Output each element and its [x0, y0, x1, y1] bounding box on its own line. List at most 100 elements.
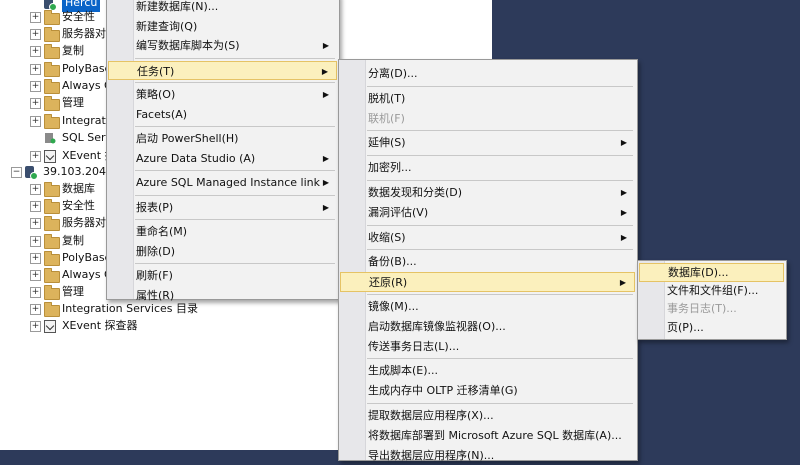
menu-item-s[interactable]: 收缩(S) ▶: [366, 228, 635, 248]
expand-icon[interactable]: +: [30, 184, 41, 195]
menu-item-label: 属性(R): [136, 288, 175, 302]
folder-icon: [44, 285, 60, 300]
menu-separator: [367, 358, 633, 360]
menu-item-label: 生成脚本(E)...: [368, 364, 439, 378]
expand-icon[interactable]: +: [30, 304, 41, 315]
menu-separator: [367, 85, 633, 87]
menu-item-f[interactable]: 文件和文件组(F)...: [665, 282, 784, 301]
expand-icon[interactable]: +: [30, 116, 41, 127]
submenu-arrow-icon: ▶: [322, 90, 329, 99]
menu-item-label: Azure SQL Managed Instance link: [136, 176, 320, 189]
menu-item-label: 编写数据库脚本为(S): [136, 39, 240, 52]
menu-item-o[interactable]: 启动数据库镜像监视器(O)...: [366, 317, 635, 337]
menu-item-label: 脱机(T): [368, 91, 406, 105]
menu-item-facets-a[interactable]: Facets(A): [134, 105, 337, 125]
folder-icon: [44, 216, 60, 231]
menu-item-f[interactable]: 联机(F): [366, 109, 635, 129]
menu-item-label: 传送事务日志(L)...: [368, 339, 460, 353]
submenu-arrow-icon: ▶: [620, 207, 627, 217]
expand-icon[interactable]: +: [30, 12, 41, 23]
menu-item-x[interactable]: 提取数据层应用程序(X)...: [366, 406, 635, 426]
menu-item-item[interactable]: 加密列...: [366, 158, 635, 178]
menu-item-microsoft-azure-sql-a[interactable]: 将数据库部署到 Microsoft Azure SQL 数据库(A)...: [366, 426, 635, 446]
menu-item-label: 策略(O): [136, 88, 176, 101]
menu-item-b[interactable]: 备份(B)...: [366, 252, 635, 272]
menu-item-oltp-g[interactable]: 生成内存中 OLTP 迁移清单(G): [366, 381, 635, 401]
expand-icon[interactable]: +: [30, 253, 41, 264]
submenu-arrow-icon: ▶: [322, 202, 329, 212]
menu-item-label: 生成内存中 OLTP 迁移清单(G): [368, 384, 518, 398]
menu-item-v[interactable]: 漏洞评估(V) ▶: [366, 203, 635, 223]
menu-item-label: 删除(D): [136, 244, 176, 258]
menu-item-label: 导出数据层应用程序(N)...: [368, 448, 495, 462]
menu-item-s[interactable]: 延伸(S) ▶: [366, 133, 635, 153]
menu-item-r[interactable]: 属性(R): [134, 286, 337, 306]
expand-icon[interactable]: +: [30, 321, 41, 332]
tree-node-label: 安全性: [62, 10, 95, 23]
menu-item-label: 启动 PowerShell(H): [136, 132, 239, 145]
menu-item-f[interactable]: 刷新(F): [134, 266, 337, 286]
menu-item-m[interactable]: 镜像(M)...: [366, 297, 635, 317]
menu-item-label: 启动数据库镜像监视器(O)...: [368, 319, 506, 333]
menu-item-d[interactable]: 数据库(D)...: [639, 263, 784, 282]
folder-icon: [44, 10, 60, 25]
expand-icon[interactable]: +: [30, 151, 41, 162]
menu-item-q[interactable]: 新建查询(Q): [134, 17, 337, 37]
collapse-icon[interactable]: −: [11, 167, 22, 178]
menu-item-t[interactable]: 任务(T) ▶: [108, 60, 337, 80]
expand-icon[interactable]: +: [30, 29, 41, 40]
tree-node-label: 复制: [62, 44, 84, 57]
folder-icon: [44, 251, 60, 266]
sql-agent-icon: [44, 132, 56, 144]
menu-item-p[interactable]: 页(P)...: [665, 319, 784, 338]
tree-node-label: 安全性: [62, 199, 95, 212]
menu-item-s[interactable]: 编写数据库脚本为(S) ▶: [134, 36, 337, 56]
menu-item-t[interactable]: 事务日志(T)...: [665, 300, 784, 319]
menu-separator: [135, 263, 335, 264]
menu-item-d[interactable]: 数据发现和分类(D) ▶: [366, 183, 635, 203]
menu-item-powershell-h[interactable]: 启动 PowerShell(H): [134, 129, 337, 149]
expand-icon[interactable]: +: [30, 81, 41, 92]
expand-icon[interactable]: +: [30, 98, 41, 109]
tree-node-label: 复制: [62, 234, 84, 247]
submenu-arrow-icon: ▶: [620, 232, 627, 242]
folder-icon: [44, 96, 60, 111]
menu-item-label: 将数据库部署到 Microsoft Azure SQL 数据库(A)...: [368, 428, 622, 442]
menu-item-azure-sql-managed-instance-link[interactable]: Azure SQL Managed Instance link ▶: [134, 173, 337, 193]
expand-icon[interactable]: +: [30, 64, 41, 75]
menu-separator: [367, 224, 633, 226]
menu-item-e[interactable]: 生成脚本(E)...: [366, 361, 635, 381]
expand-icon[interactable]: +: [30, 201, 41, 212]
menu-item-n[interactable]: 导出数据层应用程序(N)...: [366, 446, 635, 465]
menu-separator: [135, 126, 335, 127]
submenu-arrow-icon: ▶: [322, 41, 329, 50]
menu-item-azure-data-studio-a[interactable]: Azure Data Studio (A) ▶: [134, 149, 337, 169]
menu-item-t[interactable]: 脱机(T): [366, 89, 635, 109]
menu-item-r[interactable]: 还原(R) ▶: [340, 272, 635, 292]
tree-node-label: SQL Serv: [62, 131, 113, 144]
menu-item-o[interactable]: 策略(O) ▶: [134, 85, 337, 105]
menu-item-l[interactable]: 传送事务日志(L)...: [366, 337, 635, 357]
submenu-arrow-icon: ▶: [620, 188, 627, 197]
expand-icon[interactable]: +: [30, 287, 41, 298]
expand-icon[interactable]: +: [30, 270, 41, 281]
tasks-submenu: 分离(D)... 脱机(T) 联机(F) 延伸(S) ▶ 加密列... 数据发现和分类(D)…: [338, 59, 638, 462]
menu-separator: [135, 194, 335, 196]
expand-icon[interactable]: +: [30, 218, 41, 229]
menu-separator: [367, 180, 633, 181]
folder-icon: [44, 234, 60, 249]
expand-icon[interactable]: +: [30, 236, 41, 247]
menu-item-label: 漏洞评估(V): [368, 205, 429, 219]
tree-node-label: PolyBase: [62, 62, 112, 75]
folder-icon: [44, 268, 60, 283]
server-icon: [25, 166, 38, 180]
menu-item-m[interactable]: 重命名(M): [134, 222, 337, 242]
menu-separator: [367, 155, 633, 157]
menu-item-d[interactable]: 删除(D): [134, 242, 337, 262]
menu-item-d[interactable]: 分离(D)...: [366, 64, 635, 84]
expand-icon[interactable]: +: [30, 46, 41, 57]
menu-item-n[interactable]: 新建数据库(N)...: [134, 0, 337, 17]
tree-node-label: 管理: [62, 285, 84, 298]
menu-item-p[interactable]: 报表(P) ▶: [134, 198, 337, 218]
menu-item-label: 数据发现和分类(D): [368, 186, 463, 199]
